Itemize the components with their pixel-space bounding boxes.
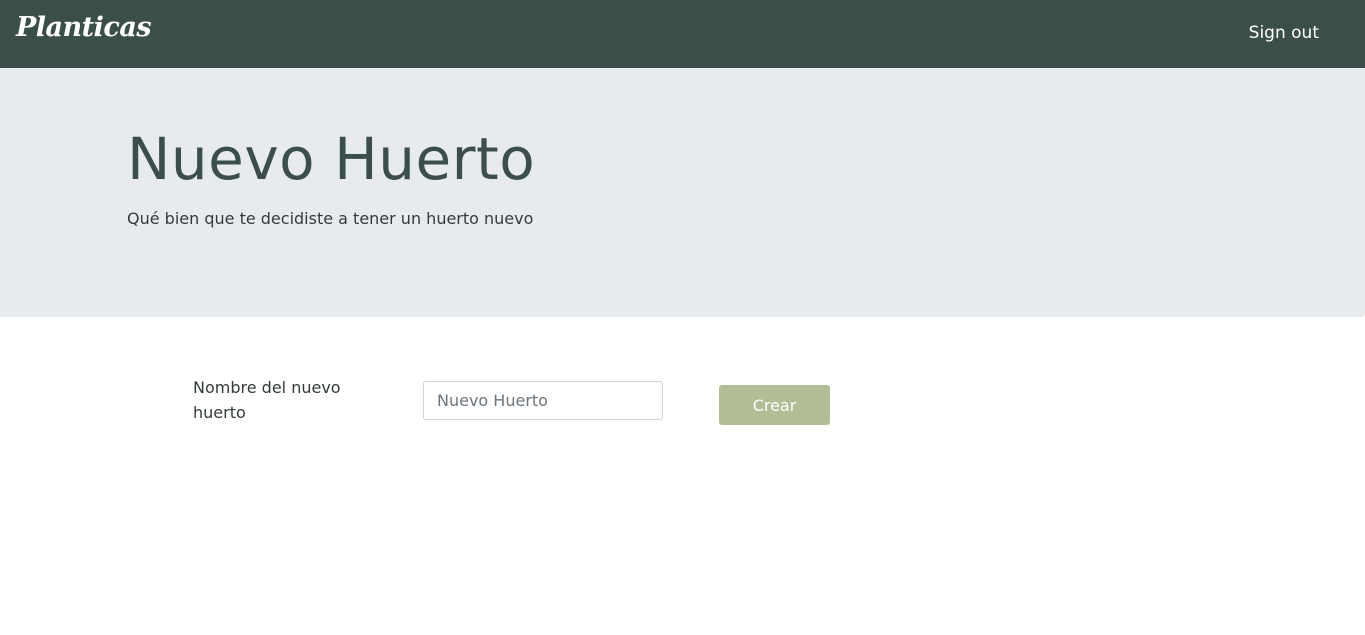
page-subtitle: Qué bien que te decidiste a tener un hue… bbox=[127, 209, 534, 228]
sign-out-link[interactable]: Sign out bbox=[1249, 23, 1319, 43]
top-navbar: Planticas Sign out bbox=[0, 0, 1365, 68]
garden-name-input[interactable] bbox=[423, 381, 663, 420]
page-title: Nuevo Huerto bbox=[127, 125, 536, 193]
garden-name-label: Nombre del nuevo huerto bbox=[193, 378, 341, 422]
brand-logo[interactable]: Planticas bbox=[16, 12, 152, 43]
create-button[interactable]: Crear bbox=[719, 385, 830, 425]
page-header: Nuevo Huerto Qué bien que te decidiste a… bbox=[0, 68, 1365, 317]
